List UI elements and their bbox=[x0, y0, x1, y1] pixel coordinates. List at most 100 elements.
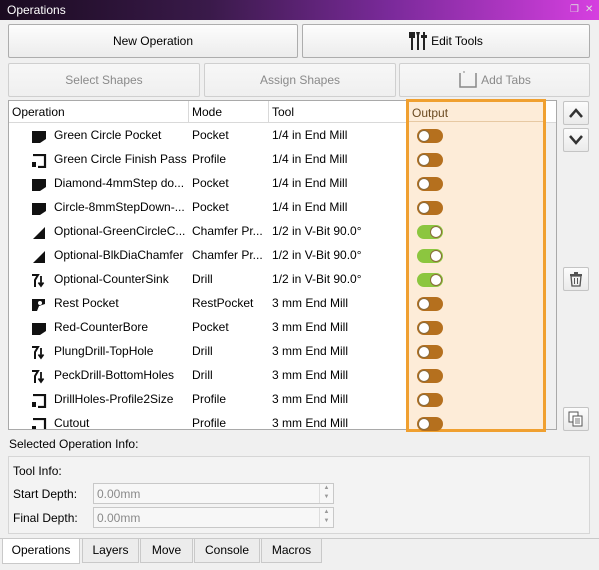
assign-shapes-button[interactable]: Assign Shapes bbox=[204, 63, 396, 97]
close-icon[interactable]: ✕ bbox=[585, 0, 593, 20]
edit-tools-label: Edit Tools bbox=[431, 34, 483, 48]
select-shapes-button[interactable]: Select Shapes bbox=[8, 63, 200, 97]
tabs-icon bbox=[458, 71, 478, 89]
operation-mode: Profile bbox=[192, 152, 227, 166]
new-operation-button[interactable]: New Operation bbox=[8, 24, 298, 58]
operation-mode: Profile bbox=[192, 416, 227, 430]
profile-icon bbox=[31, 152, 47, 169]
pocket-icon bbox=[31, 200, 47, 215]
operation-mode: Profile bbox=[192, 392, 227, 406]
toggle-knob bbox=[418, 202, 430, 214]
final-depth-input[interactable] bbox=[94, 508, 320, 527]
operation-tool: 3 mm End Mill bbox=[272, 392, 349, 406]
output-toggle[interactable] bbox=[417, 201, 443, 215]
bottom-tab-bar: Operations Layers Move Console Macros bbox=[0, 538, 599, 570]
operation-tool: 1/2 in V-Bit 90.0° bbox=[272, 224, 362, 238]
toggle-knob bbox=[418, 130, 430, 142]
operation-tool: 1/4 in End Mill bbox=[272, 152, 348, 166]
operation-name: Red-CounterBore bbox=[54, 320, 149, 334]
operation-mode: Pocket bbox=[192, 320, 229, 334]
tool-info-label: Tool Info: bbox=[13, 464, 62, 478]
output-toggle[interactable] bbox=[417, 249, 443, 263]
trash-icon bbox=[570, 272, 582, 287]
toggle-knob bbox=[418, 418, 430, 430]
chevron-down-icon bbox=[569, 135, 583, 145]
output-toggle[interactable] bbox=[417, 273, 443, 287]
new-operation-label: New Operation bbox=[112, 34, 194, 48]
operation-tool: 1/4 in End Mill bbox=[272, 128, 348, 142]
output-toggle[interactable] bbox=[417, 297, 443, 311]
edit-tools-button[interactable]: Edit Tools bbox=[302, 24, 590, 58]
operation-name: Circle-8mmStepDown-... bbox=[54, 200, 185, 214]
output-toggle[interactable] bbox=[417, 177, 443, 191]
tab-console[interactable]: Console bbox=[194, 539, 260, 563]
header-mode[interactable]: Mode bbox=[189, 101, 269, 123]
output-toggle[interactable] bbox=[417, 129, 443, 143]
tab-operations[interactable]: Operations bbox=[2, 539, 80, 564]
pocket-icon bbox=[31, 320, 47, 335]
operation-name: Green Circle Pocket bbox=[54, 128, 162, 142]
output-toggle[interactable] bbox=[417, 153, 443, 167]
output-toggle[interactable] bbox=[417, 225, 443, 239]
output-toggle[interactable] bbox=[417, 417, 443, 431]
operation-name: Cutout bbox=[54, 416, 90, 430]
operation-mode: Chamfer Pr... bbox=[192, 248, 263, 262]
operation-name: PeckDrill-BottomHoles bbox=[54, 368, 175, 382]
operation-name: Optional-CounterSink bbox=[54, 272, 169, 286]
profile-icon bbox=[31, 416, 47, 429]
header-output[interactable]: Output bbox=[412, 104, 448, 122]
start-depth-stepper[interactable]: ▲ ▼ bbox=[319, 484, 333, 503]
drill-icon bbox=[31, 272, 47, 288]
duplicate-operation-button[interactable] bbox=[563, 407, 589, 431]
rest-pocket-icon bbox=[31, 296, 47, 311]
operation-name: Rest Pocket bbox=[54, 296, 119, 310]
toggle-knob bbox=[430, 274, 442, 286]
tab-layers[interactable]: Layers bbox=[82, 539, 139, 563]
float-icon[interactable]: ❐ bbox=[570, 0, 579, 20]
toggle-knob bbox=[418, 322, 430, 334]
operation-tool: 3 mm End Mill bbox=[272, 344, 349, 358]
operation-tool: 3 mm End Mill bbox=[272, 320, 349, 334]
drill-icon bbox=[31, 344, 47, 360]
operation-mode: Drill bbox=[192, 272, 213, 286]
chamfer-icon bbox=[31, 224, 47, 239]
toggle-knob bbox=[430, 226, 442, 238]
operation-name: DrillHoles-Profile2Size bbox=[54, 392, 174, 406]
operation-name: Green Circle Finish Pass bbox=[54, 152, 187, 166]
output-toggle[interactable] bbox=[417, 369, 443, 383]
output-toggle[interactable] bbox=[417, 393, 443, 407]
header-operation[interactable]: Operation bbox=[9, 101, 189, 123]
start-depth-field[interactable]: ▲▼ bbox=[93, 483, 334, 504]
window-title: Operations bbox=[7, 3, 66, 17]
add-tabs-label: Add Tabs bbox=[481, 73, 531, 87]
add-tabs-button[interactable]: Add Tabs bbox=[399, 63, 590, 97]
operation-mode: Drill bbox=[192, 368, 213, 382]
output-toggle[interactable] bbox=[417, 321, 443, 335]
header-tool[interactable]: Tool bbox=[269, 101, 407, 123]
start-depth-input[interactable] bbox=[94, 484, 320, 503]
operation-name: Optional-GreenCircleC... bbox=[54, 224, 186, 238]
move-down-button[interactable] bbox=[563, 128, 589, 152]
operation-mode: Pocket bbox=[192, 176, 229, 190]
assign-shapes-label: Assign Shapes bbox=[259, 73, 341, 87]
toggle-knob bbox=[418, 394, 430, 406]
pocket-icon bbox=[31, 176, 47, 191]
toggle-knob bbox=[418, 346, 430, 358]
operation-mode: Chamfer Pr... bbox=[192, 224, 263, 238]
operation-mode: Drill bbox=[192, 344, 213, 358]
delete-operation-button[interactable] bbox=[563, 267, 589, 291]
final-depth-field[interactable]: ▲▼ bbox=[93, 507, 334, 528]
move-up-button[interactable] bbox=[563, 101, 589, 125]
final-depth-stepper[interactable]: ▲ ▼ bbox=[319, 508, 333, 527]
toggle-knob bbox=[418, 298, 430, 310]
copy-icon bbox=[568, 411, 583, 427]
output-toggle[interactable] bbox=[417, 345, 443, 359]
output-column-highlight: Output bbox=[406, 99, 546, 432]
table-scrollbar[interactable] bbox=[545, 123, 556, 429]
profile-icon bbox=[31, 392, 47, 409]
tab-macros[interactable]: Macros bbox=[261, 539, 322, 563]
chamfer-icon bbox=[31, 248, 47, 263]
operation-name: Diamond-4mmStep do... bbox=[54, 176, 185, 190]
tab-move[interactable]: Move bbox=[140, 539, 193, 563]
toggle-knob bbox=[418, 370, 430, 382]
